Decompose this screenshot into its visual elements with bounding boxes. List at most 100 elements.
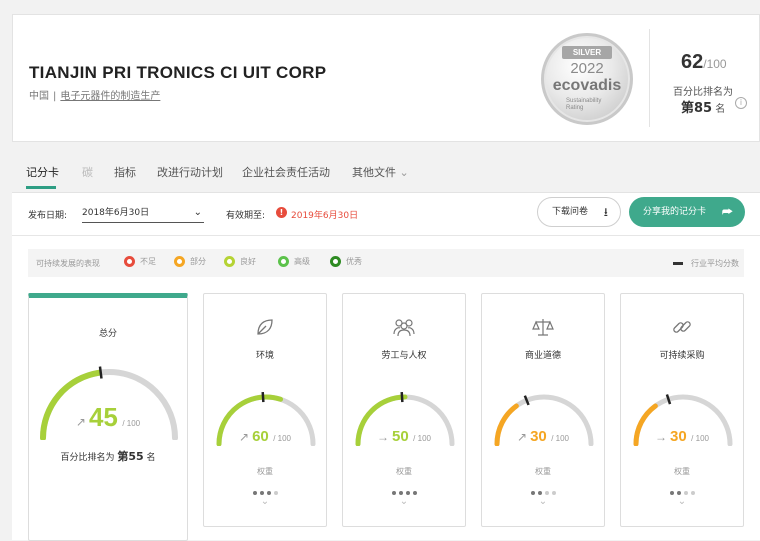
- download-button-label: 下载问卷: [552, 207, 589, 217]
- tab-other-files[interactable]: 其他文件 ⌄: [352, 164, 409, 180]
- theme-gauge-value: → 30 / 100: [621, 428, 743, 446]
- theme-score-max: / 100: [413, 434, 431, 443]
- legend-item-advanced: 高级: [278, 256, 310, 267]
- weight-dot: [273, 491, 278, 495]
- trend-arrow-icon: ↗: [75, 415, 86, 429]
- tab-action-plan[interactable]: 改进行动计划: [157, 164, 223, 180]
- weight-dot: [683, 491, 688, 495]
- share-button-label: 分享我的记分卡: [643, 207, 707, 217]
- industry-average-marker: [98, 366, 103, 379]
- share-scorecard-button[interactable]: 分享我的记分卡 ⮫: [629, 197, 745, 227]
- company-sector-link[interactable]: 电子元器件的制造生产: [60, 91, 160, 102]
- percentile-rank-suffix: 名: [715, 104, 726, 115]
- percentile-rank: 第85 名: [681, 97, 725, 116]
- medal-brand: ecovadis: [552, 77, 622, 94]
- trend-arrow-icon: ↗: [517, 430, 528, 444]
- industry-average-marker: [261, 392, 265, 403]
- trend-arrow-icon: ↗: [239, 430, 250, 444]
- toolbar-divider: [12, 235, 760, 236]
- medal-rating-line2: Rating: [566, 105, 584, 111]
- industry-average-marker: [400, 392, 404, 403]
- percentile-label: 百分比排名为: [673, 87, 733, 98]
- legend-industry-average: 行业平均分数: [673, 258, 739, 269]
- theme-gauge-value: ↗ 30 / 100: [482, 428, 604, 446]
- company-header-card: TIANJIN PRI TRONICS CI UIT CORP 中国 | 电子元器件…: [12, 14, 760, 142]
- info-icon[interactable]: i: [735, 97, 747, 109]
- weight-dot: [537, 491, 542, 495]
- legend-dot-partial: [174, 256, 185, 267]
- weight-dot: [391, 491, 396, 495]
- medal-year: 2022: [570, 60, 604, 77]
- theme-score-value: 30: [530, 428, 547, 445]
- alert-icon: !: [276, 207, 287, 218]
- theme-card-sustainable-procurement[interactable]: 可持续采购 → 30 / 100 权重 ⌄: [620, 293, 744, 527]
- theme-score-value: 60: [252, 428, 269, 445]
- industry-average-marker-icon: [673, 262, 683, 265]
- weight-dot: [530, 491, 535, 495]
- theme-title: 商业道德: [524, 351, 561, 361]
- theme-score-max: / 100: [551, 434, 569, 443]
- overall-gauge-value: ↗ 45 / 100: [29, 402, 187, 433]
- scorecard-panel: 发布日期: 2018年6月30日 ⌄ 有效期至: ! 2019年6月30日 下载…: [12, 192, 760, 541]
- leaf-icon: [257, 319, 273, 335]
- download-questionnaire-button[interactable]: 下载问卷 ⭳: [537, 197, 621, 227]
- overall-card-title: 总分: [98, 329, 117, 339]
- company-country: 中国: [29, 91, 49, 102]
- chevron-down-icon[interactable]: ⌄: [343, 496, 465, 507]
- chevron-down-icon: ⌄: [399, 166, 409, 179]
- weight-label: 权重: [257, 467, 273, 476]
- publish-date-select[interactable]: 2018年6月30日 ⌄: [82, 203, 204, 223]
- chevron-down-icon[interactable]: ⌄: [204, 496, 326, 507]
- weight-dot: [676, 491, 681, 495]
- legend-average-label: 行业平均分数: [691, 259, 739, 268]
- overall-score-value: 45: [88, 402, 118, 432]
- overall-rank-label: 百分比排名为: [60, 453, 115, 463]
- theme-gauge-value: ↗ 60 / 100: [204, 428, 326, 446]
- valid-until-label: 有效期至:: [226, 211, 266, 221]
- theme-card-labor-human-rights[interactable]: 劳工与人权 → 50 / 100 权重 ⌄: [342, 293, 466, 527]
- weight-label: 权重: [674, 467, 690, 476]
- legend-item-good: 良好: [224, 256, 256, 267]
- weight-dot: [690, 491, 695, 495]
- overall-rank-suffix: 名: [146, 453, 156, 463]
- header-divider: [649, 29, 650, 127]
- theme-title: 可持续采购: [659, 351, 705, 361]
- overall-score-summary: 62/100: [681, 51, 727, 74]
- company-subtitle: 中国 | 电子元器件的制造生产: [29, 91, 161, 102]
- tab-scorecard[interactable]: 记分卡: [26, 164, 59, 180]
- theme-score-max: / 100: [691, 434, 709, 443]
- chevron-down-icon[interactable]: ⌄: [621, 496, 743, 507]
- chevron-down-icon[interactable]: ⌄: [482, 496, 604, 507]
- ecovadis-silver-medal: SILVER 2022 ecovadis Sustainability Rati…: [541, 33, 633, 125]
- weight-dot: [405, 491, 410, 495]
- publish-date-value: 2018年6月30日: [82, 208, 150, 218]
- percentile-rank-value: 第85: [681, 101, 713, 116]
- tab-other-files-label: 其他文件: [352, 166, 396, 179]
- trend-arrow-icon: →: [655, 430, 668, 444]
- overall-score-card: 总分 ↗ 45 / 100 百分比排名为 第55 名: [28, 293, 188, 541]
- weight-dot: [398, 491, 403, 495]
- theme-gauge-value: → 50 / 100: [343, 428, 465, 446]
- tab-csr-activities[interactable]: 企业社会责任活动: [242, 164, 330, 180]
- weight-dot: [252, 491, 257, 495]
- weight-dot: [551, 491, 556, 495]
- medal-tag: SILVER: [562, 46, 612, 59]
- tab-indicators[interactable]: 指标: [114, 164, 136, 180]
- overall-score-max: / 100: [122, 419, 141, 428]
- performance-legend: 可持续发展的表现 不足 部分 良好 高级 优秀 行业平均分数: [28, 249, 744, 277]
- theme-card-ethics[interactable]: 商业道德 ↗ 30 / 100 权重 ⌄: [481, 293, 605, 527]
- publish-date-label: 发布日期:: [28, 211, 68, 221]
- valid-until-date: 2019年6月30日: [291, 211, 359, 221]
- overall-rank-value: 第55: [117, 450, 144, 463]
- theme-score-value: 30: [670, 428, 687, 445]
- trend-arrow-icon: →: [377, 430, 390, 444]
- legend-label-good: 良好: [240, 257, 256, 266]
- weight-label: 权重: [535, 467, 551, 476]
- industry-average-marker: [665, 394, 672, 405]
- tab-carbon[interactable]: 碳: [82, 164, 93, 180]
- company-name: TIANJIN PRI TRONICS CI UIT CORP: [29, 63, 327, 82]
- people-icon: [393, 319, 415, 337]
- theme-card-environment[interactable]: 环境 ↗ 60 / 100 权重 ⌄: [203, 293, 327, 527]
- legend-label-outstanding: 优秀: [346, 257, 362, 266]
- overall-score-max: /100: [703, 57, 727, 71]
